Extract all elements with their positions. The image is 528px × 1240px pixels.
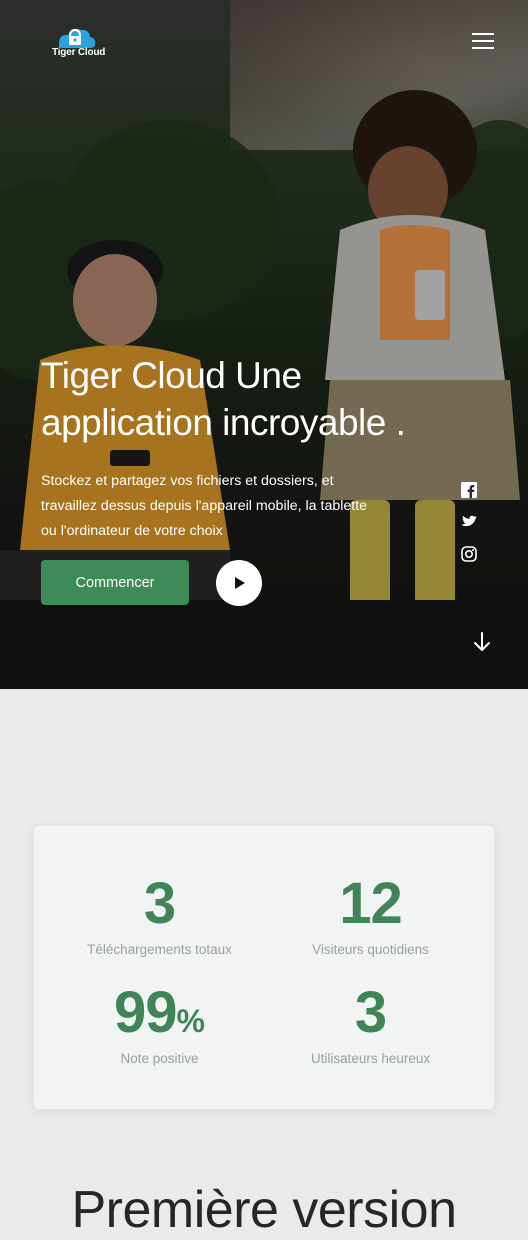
- hero-headline-line2: application incroyable .: [41, 402, 406, 443]
- stat-daily-visitors: 12 Visiteurs quotidiens: [255, 871, 486, 958]
- hero-description: Stockez et partagez vos fichiers et doss…: [41, 473, 368, 539]
- stat-value: 3: [143, 871, 176, 936]
- stat-value: 3: [354, 980, 387, 1045]
- play-video-button[interactable]: [216, 560, 262, 606]
- start-button[interactable]: Commencer: [41, 560, 189, 605]
- stats-card: 3 Téléchargements totaux 12 Visiteurs qu…: [33, 825, 495, 1110]
- hero-headline: Tiger Cloud Une application incroyable .: [41, 352, 481, 446]
- stat-total-downloads: 3 Téléchargements totaux: [44, 871, 275, 958]
- logo-text: Tiger Cloud: [52, 47, 106, 58]
- hero-headline-line1: Tiger Cloud Une: [41, 355, 302, 396]
- stat-label: Téléchargements totaux: [87, 942, 232, 957]
- twitter-icon[interactable]: [461, 514, 477, 530]
- stat-value: 12: [339, 871, 403, 936]
- stat-positive-rating: 99% Note positive: [44, 980, 275, 1067]
- hamburger-menu-icon[interactable]: [472, 31, 494, 51]
- stat-label: Utilisateurs heureux: [310, 1051, 431, 1066]
- stat-happy-users: 3 Utilisateurs heureux: [255, 980, 486, 1067]
- stat-label: Note positive: [120, 1051, 199, 1066]
- stat-label: Visiteurs quotidiens: [312, 942, 429, 957]
- facebook-icon[interactable]: [461, 482, 477, 498]
- stat-value: 99%: [114, 980, 205, 1045]
- play-icon: [235, 577, 245, 589]
- arrow-down-icon[interactable]: [472, 631, 492, 653]
- instagram-icon[interactable]: [461, 546, 477, 562]
- hero-section: Tiger Cloud Tiger Cloud Une application …: [0, 0, 528, 689]
- section-title: Première version: [71, 1181, 457, 1239]
